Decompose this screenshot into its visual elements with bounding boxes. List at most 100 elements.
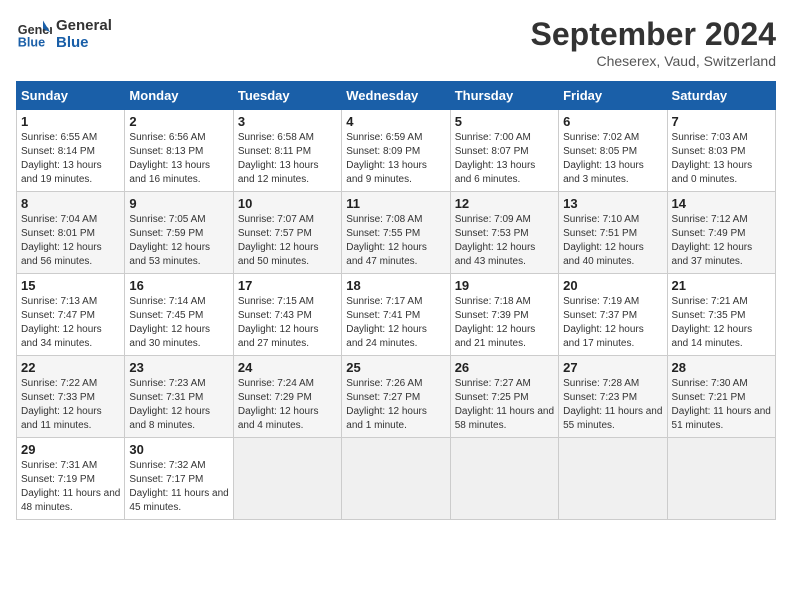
calendar-cell: 11 Sunrise: 7:08 AM Sunset: 7:55 PM Dayl… — [342, 192, 450, 274]
calendar-cell: 21 Sunrise: 7:21 AM Sunset: 7:35 PM Dayl… — [667, 274, 775, 356]
calendar-header-row: SundayMondayTuesdayWednesdayThursdayFrid… — [17, 82, 776, 110]
calendar-cell: 9 Sunrise: 7:05 AM Sunset: 7:59 PM Dayli… — [125, 192, 233, 274]
calendar-cell — [233, 438, 341, 520]
calendar-cell: 1 Sunrise: 6:55 AM Sunset: 8:14 PM Dayli… — [17, 110, 125, 192]
calendar-cell: 29 Sunrise: 7:31 AM Sunset: 7:19 PM Dayl… — [17, 438, 125, 520]
day-header-tuesday: Tuesday — [233, 82, 341, 110]
day-number: 10 — [238, 196, 337, 211]
day-number: 2 — [129, 114, 228, 129]
calendar-cell: 19 Sunrise: 7:18 AM Sunset: 7:39 PM Dayl… — [450, 274, 558, 356]
day-info: Sunrise: 7:17 AM Sunset: 7:41 PM Dayligh… — [346, 295, 445, 351]
day-number: 6 — [563, 114, 662, 129]
calendar-cell: 16 Sunrise: 7:14 AM Sunset: 7:45 PM Dayl… — [125, 274, 233, 356]
day-info: Sunrise: 7:12 AM Sunset: 7:49 PM Dayligh… — [672, 213, 771, 269]
page-header: General Blue General Blue September 2024… — [16, 16, 776, 69]
calendar-week-row: 15 Sunrise: 7:13 AM Sunset: 7:47 PM Dayl… — [17, 274, 776, 356]
day-header-saturday: Saturday — [667, 82, 775, 110]
day-info: Sunrise: 7:23 AM Sunset: 7:31 PM Dayligh… — [129, 377, 228, 433]
day-info: Sunrise: 7:00 AM Sunset: 8:07 PM Dayligh… — [455, 131, 554, 187]
day-info: Sunrise: 7:31 AM Sunset: 7:19 PM Dayligh… — [21, 459, 120, 515]
title-block: September 2024 Cheserex, Vaud, Switzerla… — [531, 16, 776, 69]
calendar-cell: 15 Sunrise: 7:13 AM Sunset: 7:47 PM Dayl… — [17, 274, 125, 356]
day-number: 12 — [455, 196, 554, 211]
day-number: 24 — [238, 360, 337, 375]
day-header-wednesday: Wednesday — [342, 82, 450, 110]
calendar-cell: 25 Sunrise: 7:26 AM Sunset: 7:27 PM Dayl… — [342, 356, 450, 438]
day-info: Sunrise: 7:28 AM Sunset: 7:23 PM Dayligh… — [563, 377, 662, 433]
calendar-cell: 20 Sunrise: 7:19 AM Sunset: 7:37 PM Dayl… — [559, 274, 667, 356]
day-number: 26 — [455, 360, 554, 375]
calendar-cell: 22 Sunrise: 7:22 AM Sunset: 7:33 PM Dayl… — [17, 356, 125, 438]
logo: General Blue General Blue — [16, 16, 112, 52]
day-info: Sunrise: 7:27 AM Sunset: 7:25 PM Dayligh… — [455, 377, 554, 433]
calendar-cell: 3 Sunrise: 6:58 AM Sunset: 8:11 PM Dayli… — [233, 110, 341, 192]
calendar-cell: 24 Sunrise: 7:24 AM Sunset: 7:29 PM Dayl… — [233, 356, 341, 438]
day-number: 3 — [238, 114, 337, 129]
day-number: 5 — [455, 114, 554, 129]
day-info: Sunrise: 6:56 AM Sunset: 8:13 PM Dayligh… — [129, 131, 228, 187]
day-number: 16 — [129, 278, 228, 293]
day-number: 11 — [346, 196, 445, 211]
day-number: 25 — [346, 360, 445, 375]
day-info: Sunrise: 7:04 AM Sunset: 8:01 PM Dayligh… — [21, 213, 120, 269]
day-number: 22 — [21, 360, 120, 375]
calendar-cell — [450, 438, 558, 520]
day-number: 23 — [129, 360, 228, 375]
day-info: Sunrise: 7:14 AM Sunset: 7:45 PM Dayligh… — [129, 295, 228, 351]
day-info: Sunrise: 6:58 AM Sunset: 8:11 PM Dayligh… — [238, 131, 337, 187]
day-info: Sunrise: 7:13 AM Sunset: 7:47 PM Dayligh… — [21, 295, 120, 351]
calendar-cell: 13 Sunrise: 7:10 AM Sunset: 7:51 PM Dayl… — [559, 192, 667, 274]
calendar-week-row: 1 Sunrise: 6:55 AM Sunset: 8:14 PM Dayli… — [17, 110, 776, 192]
day-number: 28 — [672, 360, 771, 375]
day-info: Sunrise: 7:30 AM Sunset: 7:21 PM Dayligh… — [672, 377, 771, 433]
calendar-cell — [342, 438, 450, 520]
day-info: Sunrise: 7:21 AM Sunset: 7:35 PM Dayligh… — [672, 295, 771, 351]
day-number: 4 — [346, 114, 445, 129]
calendar-cell: 18 Sunrise: 7:17 AM Sunset: 7:41 PM Dayl… — [342, 274, 450, 356]
logo-blue: Blue — [56, 34, 112, 51]
day-number: 27 — [563, 360, 662, 375]
calendar-cell: 6 Sunrise: 7:02 AM Sunset: 8:05 PM Dayli… — [559, 110, 667, 192]
calendar-cell: 26 Sunrise: 7:27 AM Sunset: 7:25 PM Dayl… — [450, 356, 558, 438]
calendar-cell: 27 Sunrise: 7:28 AM Sunset: 7:23 PM Dayl… — [559, 356, 667, 438]
calendar-cell: 10 Sunrise: 7:07 AM Sunset: 7:57 PM Dayl… — [233, 192, 341, 274]
day-info: Sunrise: 7:26 AM Sunset: 7:27 PM Dayligh… — [346, 377, 445, 433]
day-number: 18 — [346, 278, 445, 293]
day-number: 29 — [21, 442, 120, 457]
day-info: Sunrise: 7:15 AM Sunset: 7:43 PM Dayligh… — [238, 295, 337, 351]
calendar-cell: 30 Sunrise: 7:32 AM Sunset: 7:17 PM Dayl… — [125, 438, 233, 520]
calendar-cell: 2 Sunrise: 6:56 AM Sunset: 8:13 PM Dayli… — [125, 110, 233, 192]
day-info: Sunrise: 7:22 AM Sunset: 7:33 PM Dayligh… — [21, 377, 120, 433]
calendar-week-row: 8 Sunrise: 7:04 AM Sunset: 8:01 PM Dayli… — [17, 192, 776, 274]
day-info: Sunrise: 7:05 AM Sunset: 7:59 PM Dayligh… — [129, 213, 228, 269]
day-number: 21 — [672, 278, 771, 293]
day-number: 1 — [21, 114, 120, 129]
calendar-cell: 12 Sunrise: 7:09 AM Sunset: 7:53 PM Dayl… — [450, 192, 558, 274]
day-info: Sunrise: 7:02 AM Sunset: 8:05 PM Dayligh… — [563, 131, 662, 187]
day-number: 7 — [672, 114, 771, 129]
day-number: 8 — [21, 196, 120, 211]
day-info: Sunrise: 7:32 AM Sunset: 7:17 PM Dayligh… — [129, 459, 228, 515]
logo-icon: General Blue — [16, 16, 52, 52]
calendar-table: SundayMondayTuesdayWednesdayThursdayFrid… — [16, 81, 776, 520]
calendar-week-row: 29 Sunrise: 7:31 AM Sunset: 7:19 PM Dayl… — [17, 438, 776, 520]
logo-general: General — [56, 17, 112, 34]
calendar-cell: 23 Sunrise: 7:23 AM Sunset: 7:31 PM Dayl… — [125, 356, 233, 438]
day-number: 13 — [563, 196, 662, 211]
svg-text:Blue: Blue — [18, 36, 45, 50]
day-info: Sunrise: 7:07 AM Sunset: 7:57 PM Dayligh… — [238, 213, 337, 269]
day-info: Sunrise: 7:10 AM Sunset: 7:51 PM Dayligh… — [563, 213, 662, 269]
day-number: 15 — [21, 278, 120, 293]
day-info: Sunrise: 7:19 AM Sunset: 7:37 PM Dayligh… — [563, 295, 662, 351]
day-info: Sunrise: 7:08 AM Sunset: 7:55 PM Dayligh… — [346, 213, 445, 269]
day-number: 17 — [238, 278, 337, 293]
day-info: Sunrise: 7:24 AM Sunset: 7:29 PM Dayligh… — [238, 377, 337, 433]
day-info: Sunrise: 7:03 AM Sunset: 8:03 PM Dayligh… — [672, 131, 771, 187]
month-title: September 2024 — [531, 16, 776, 53]
day-info: Sunrise: 7:18 AM Sunset: 7:39 PM Dayligh… — [455, 295, 554, 351]
day-info: Sunrise: 6:59 AM Sunset: 8:09 PM Dayligh… — [346, 131, 445, 187]
day-number: 19 — [455, 278, 554, 293]
calendar-cell — [667, 438, 775, 520]
calendar-cell: 28 Sunrise: 7:30 AM Sunset: 7:21 PM Dayl… — [667, 356, 775, 438]
day-number: 20 — [563, 278, 662, 293]
